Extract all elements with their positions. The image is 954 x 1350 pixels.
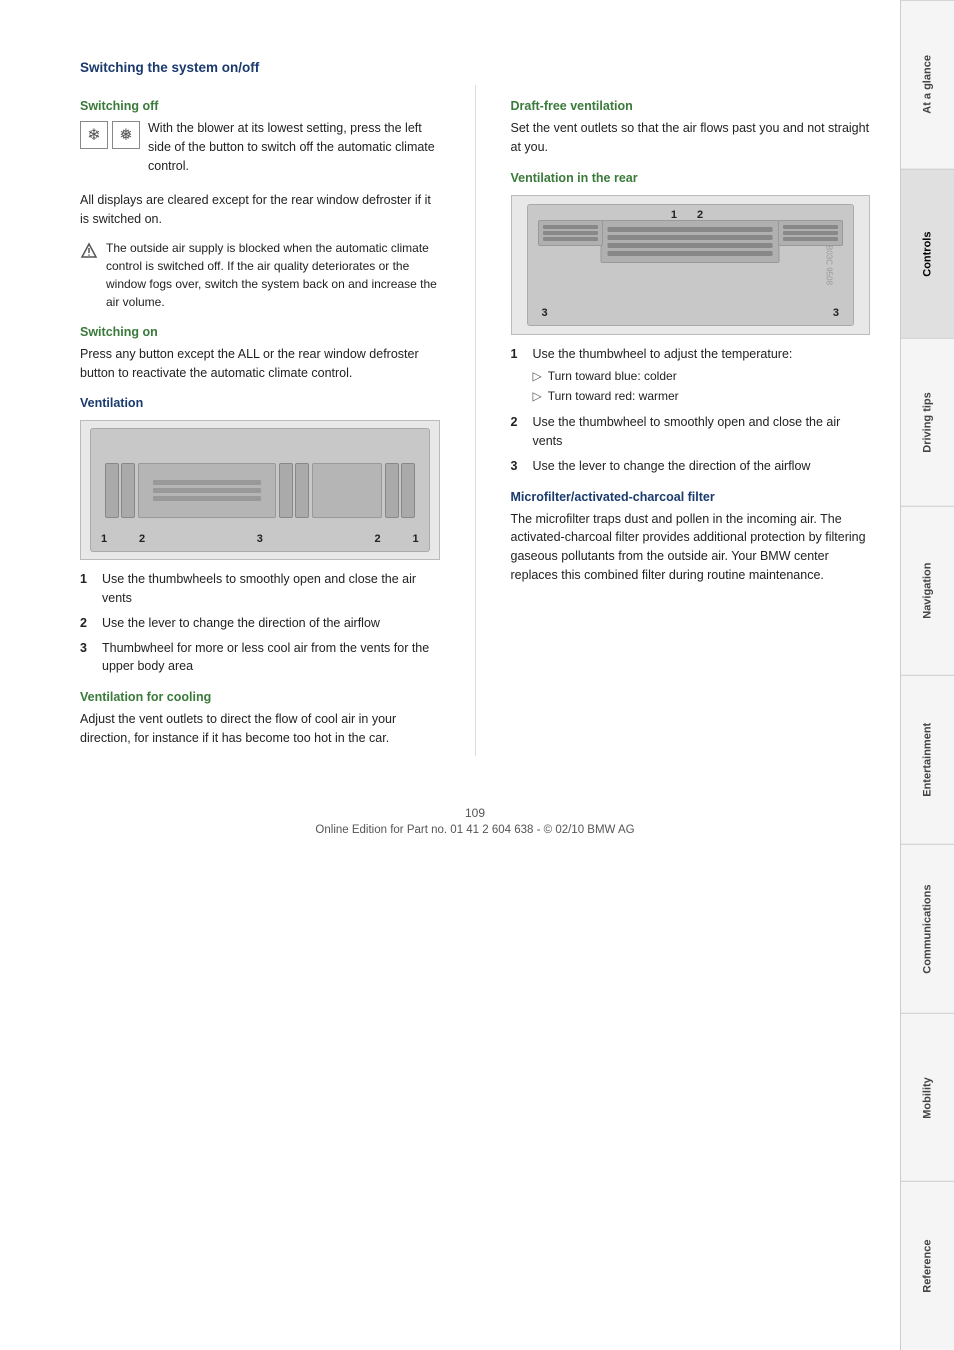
diagram-watermark: B03C 9508: [824, 244, 833, 284]
switching-on-title: Switching on: [80, 325, 440, 339]
microfilter-title: Microfilter/activated-charcoal filter: [511, 490, 871, 504]
draft-free-text: Set the vent outlets so that the air flo…: [511, 119, 871, 157]
switching-off-icon-text: ❄ ❅ With the blower at its lowest settin…: [80, 119, 440, 183]
sidebar-item-entertainment[interactable]: Entertainment: [901, 675, 954, 844]
vent-list-item-3: 3 Thumbwheel for more or less cool air f…: [80, 639, 440, 677]
vent-label-1-right: 1: [412, 533, 418, 545]
rear-label-3-left: 3: [542, 307, 548, 319]
vent-label-3: 3: [257, 533, 263, 545]
vent-label-2-left: 2: [139, 533, 145, 545]
ventilation-cooling-text: Adjust the vent outlets to direct the fl…: [80, 710, 440, 748]
switching-off-text1: With the blower at its lowest setting, p…: [148, 119, 440, 175]
switching-on-text: Press any button except the ALL or the r…: [80, 345, 440, 383]
ventilation-cooling-title: Ventilation for cooling: [80, 690, 440, 704]
switching-off-note-text: The outside air supply is blocked when t…: [106, 239, 440, 311]
page-footer: 109 Online Edition for Part no. 01 41 2 …: [80, 796, 870, 836]
main-content: Switching the system on/off Switching of…: [0, 0, 900, 1350]
ventilation-title: Ventilation: [80, 396, 440, 410]
ventilation-diagram: 1 2 3 2 1: [80, 420, 440, 560]
sub-item-red: ▷ Turn toward red: warmer: [533, 387, 793, 405]
sidebar-item-reference[interactable]: Reference: [901, 1181, 954, 1350]
ventilation-rear-title: Ventilation in the rear: [511, 171, 871, 185]
sub-item-blue: ▷ Turn toward blue: colder: [533, 367, 793, 385]
ventilation-list: 1 Use the thumbwheels to smoothly open a…: [80, 570, 440, 676]
rear-ventilation-list: 1 Use the thumbwheel to adjust the tempe…: [511, 345, 871, 476]
rear-list-item-3: 3 Use the lever to change the direction …: [511, 457, 871, 476]
rear-label-3-right: 3: [833, 307, 839, 319]
sidebar-item-at-a-glance[interactable]: At a glance: [901, 0, 954, 169]
rear-label-1: 1: [671, 209, 677, 221]
rear-ventilation-diagram: 1 2 3 3 B03C 9508: [511, 195, 871, 335]
left-column: Switching off ❄ ❅ With the blower at its…: [80, 85, 440, 756]
switching-off-title: Switching off: [80, 99, 440, 113]
sidebar: At a glance Controls Driving tips Naviga…: [900, 0, 954, 1350]
rear-list-item-1: 1 Use the thumbwheel to adjust the tempe…: [511, 345, 871, 408]
vent-list-item-1: 1 Use the thumbwheels to smoothly open a…: [80, 570, 440, 608]
vent-label-2-right: 2: [374, 533, 380, 545]
page-number: 109: [80, 806, 870, 820]
rear-label-2: 2: [697, 209, 703, 221]
sidebar-item-navigation[interactable]: Navigation: [901, 506, 954, 675]
vent-label-1-left: 1: [101, 533, 107, 545]
climate-icons: ❄ ❅: [80, 121, 140, 149]
sidebar-item-driving-tips[interactable]: Driving tips: [901, 338, 954, 507]
rear-list-item-2: 2 Use the thumbwheel to smoothly open an…: [511, 413, 871, 451]
switching-off-text2: All displays are cleared except for the …: [80, 191, 440, 229]
snowflake-icon: ❄: [80, 121, 108, 149]
draft-free-title: Draft-free ventilation: [511, 99, 871, 113]
switching-off-note: The outside air supply is blocked when t…: [80, 239, 440, 311]
main-section-title: Switching the system on/off: [80, 60, 870, 75]
fan-icon: ❅: [112, 121, 140, 149]
triangle-icon: [80, 241, 98, 259]
sidebar-item-mobility[interactable]: Mobility: [901, 1013, 954, 1182]
right-column: Draft-free ventilation Set the vent outl…: [511, 85, 871, 756]
sidebar-item-communications[interactable]: Communications: [901, 844, 954, 1013]
temperature-sub-list: ▷ Turn toward blue: colder ▷ Turn toward…: [533, 367, 793, 405]
footer-text: Online Edition for Part no. 01 41 2 604 …: [80, 824, 870, 836]
microfilter-text: The microfilter traps dust and pollen in…: [511, 510, 871, 585]
column-divider: [475, 85, 476, 756]
vent-list-item-2: 2 Use the lever to change the direction …: [80, 614, 440, 633]
sidebar-item-controls[interactable]: Controls: [901, 169, 954, 338]
